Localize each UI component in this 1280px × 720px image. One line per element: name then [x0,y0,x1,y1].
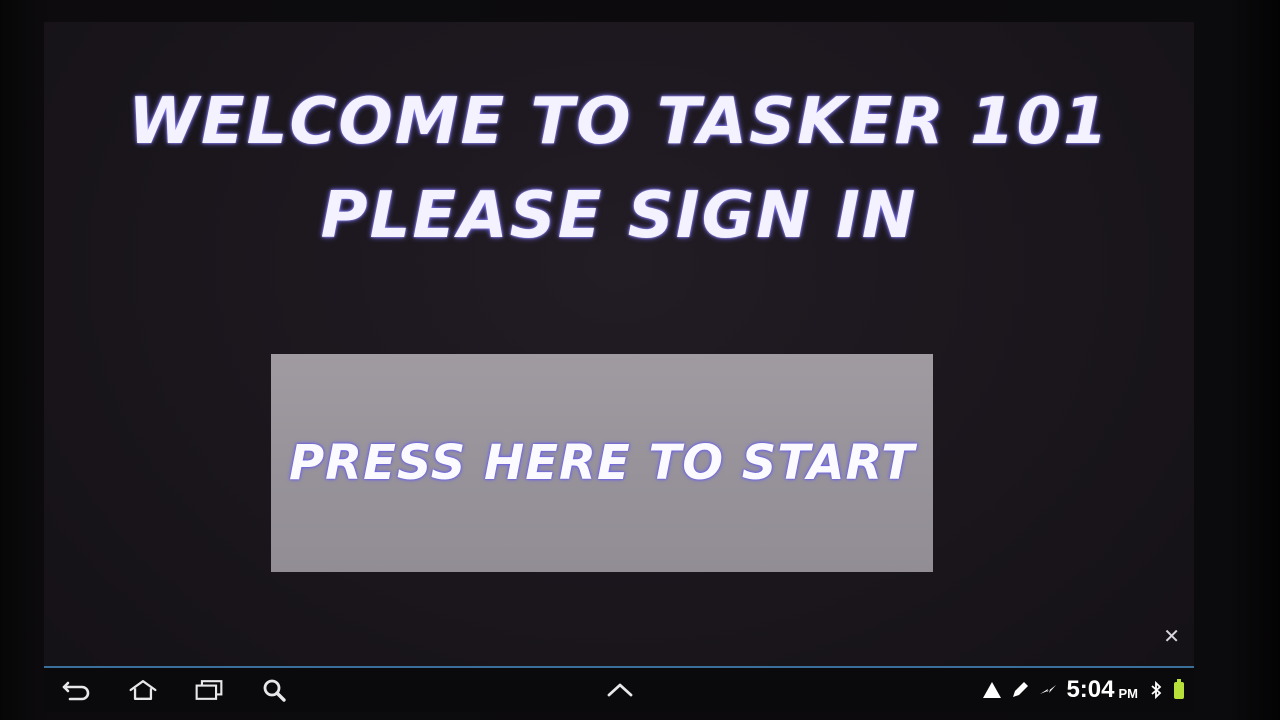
home-icon [129,680,157,700]
sign-in-title: PLEASE SIGN IN [320,179,918,253]
start-button[interactable]: PRESS HERE TO START [271,354,933,572]
back-icon [62,681,90,701]
start-button-label: PRESS HERE TO START [288,435,916,491]
close-icon[interactable]: ✕ [1163,626,1180,646]
recent-apps-button[interactable] [176,668,242,712]
pencil-icon [1010,680,1030,700]
welcome-title: WELCOME TO TASKER 101 [128,85,1110,159]
back-button[interactable] [44,668,110,712]
usb-icon [1038,680,1058,700]
notification-handle[interactable] [600,672,640,708]
status-ampm: PM [1118,685,1139,701]
warning-icon [982,680,1002,700]
status-clock: 5:04 [1066,676,1115,703]
status-area[interactable]: 5:04 PM [982,668,1184,712]
search-button[interactable] [242,668,308,712]
nav-buttons [44,668,308,712]
battery-icon [1174,678,1184,699]
bluetooth-icon [1146,680,1166,700]
home-button[interactable] [110,668,176,712]
search-icon [263,679,286,702]
system-bar: 5:04 PM [44,666,1194,712]
recent-apps-icon [195,680,223,700]
tablet-screen: WELCOME TO TASKER 101 PLEASE SIGN IN PRE… [44,22,1194,712]
chevron-up-icon [607,683,633,697]
